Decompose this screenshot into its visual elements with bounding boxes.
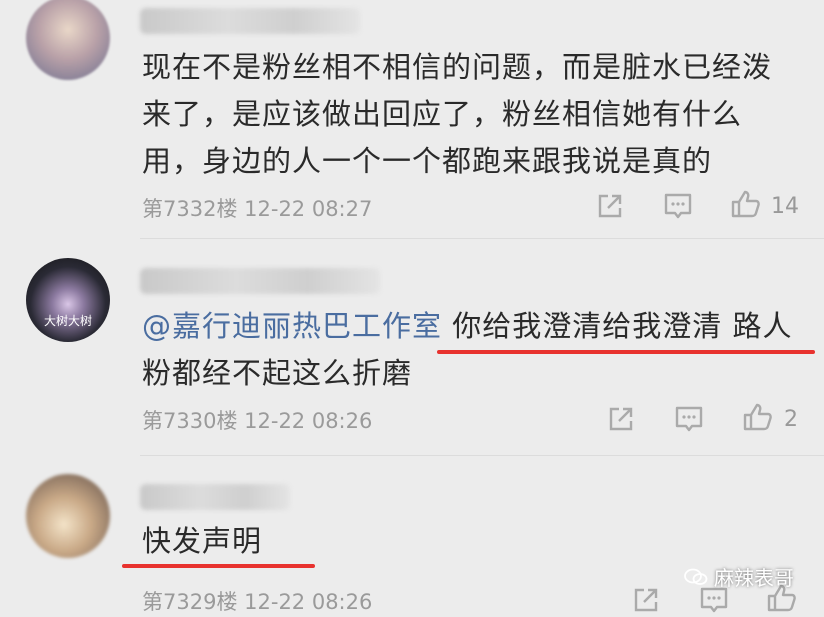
comment-icon[interactable] [674, 404, 704, 434]
comment-icon[interactable] [663, 191, 693, 221]
avatar[interactable] [26, 0, 110, 80]
thumbs-up-icon[interactable] [730, 189, 760, 219]
thumbs-up-icon[interactable] [742, 402, 772, 432]
red-underline [122, 564, 315, 568]
comment-line: 粉都经不起这么折磨 [142, 356, 413, 390]
avatar-text: 大树大树 [43, 314, 92, 328]
comment-text: 现在不是粉丝相不相信的问题，而是脏水已经泼 来了，是应该做出回应了，粉丝相信她有… [142, 44, 772, 185]
divider [140, 238, 824, 239]
username[interactable] [140, 484, 290, 510]
comment-line: 现在不是粉丝相不相信的问题，而是脏水已经泼 [142, 50, 773, 84]
divider [140, 455, 824, 456]
comment-text: 快发声明 [142, 518, 262, 565]
username[interactable] [140, 268, 380, 294]
comment-line: 快发声明 [142, 524, 263, 558]
like-count: 2 [784, 407, 798, 432]
comment-line: 来了，是应该做出回应了，粉丝相信她有什么 [142, 97, 743, 131]
timestamp: 12-22 08:26 [244, 409, 373, 433]
avatar[interactable] [26, 474, 110, 558]
floor-number: 第7332楼 [142, 197, 238, 221]
watermark: 麻辣表哥 [684, 562, 794, 591]
comment-line: @嘉行迪丽热巴工作室 你给我澄清给我澄清 路人 [142, 303, 792, 350]
watermark-text: 麻辣表哥 [714, 566, 794, 590]
red-underline [437, 350, 815, 354]
floor-number: 第7330楼 [142, 409, 238, 433]
share-icon[interactable] [595, 191, 625, 221]
comment-meta: 第7332楼 12-22 08:27 [142, 193, 372, 223]
timestamp: 12-22 08:27 [244, 197, 373, 221]
floor-number: 第7329楼 [142, 590, 238, 614]
wechat-icon [684, 568, 708, 585]
comment-meta: 第7329楼 12-22 08:26 [142, 586, 372, 616]
timestamp: 12-22 08:26 [244, 590, 373, 614]
comment-line-text: 你给我澄清给我澄清 路人 [442, 309, 793, 343]
share-icon[interactable] [631, 585, 661, 615]
avatar[interactable]: 大树大树 [26, 258, 110, 342]
share-icon[interactable] [606, 404, 636, 434]
mention-link[interactable]: @嘉行迪丽热巴工作室 [142, 309, 442, 343]
like-count: 14 [771, 194, 799, 219]
comment-line: 用，身边的人一个一个都跑来跟我说是真的 [142, 144, 713, 178]
comment-meta: 第7330楼 12-22 08:26 [142, 405, 372, 435]
username[interactable] [140, 8, 360, 34]
